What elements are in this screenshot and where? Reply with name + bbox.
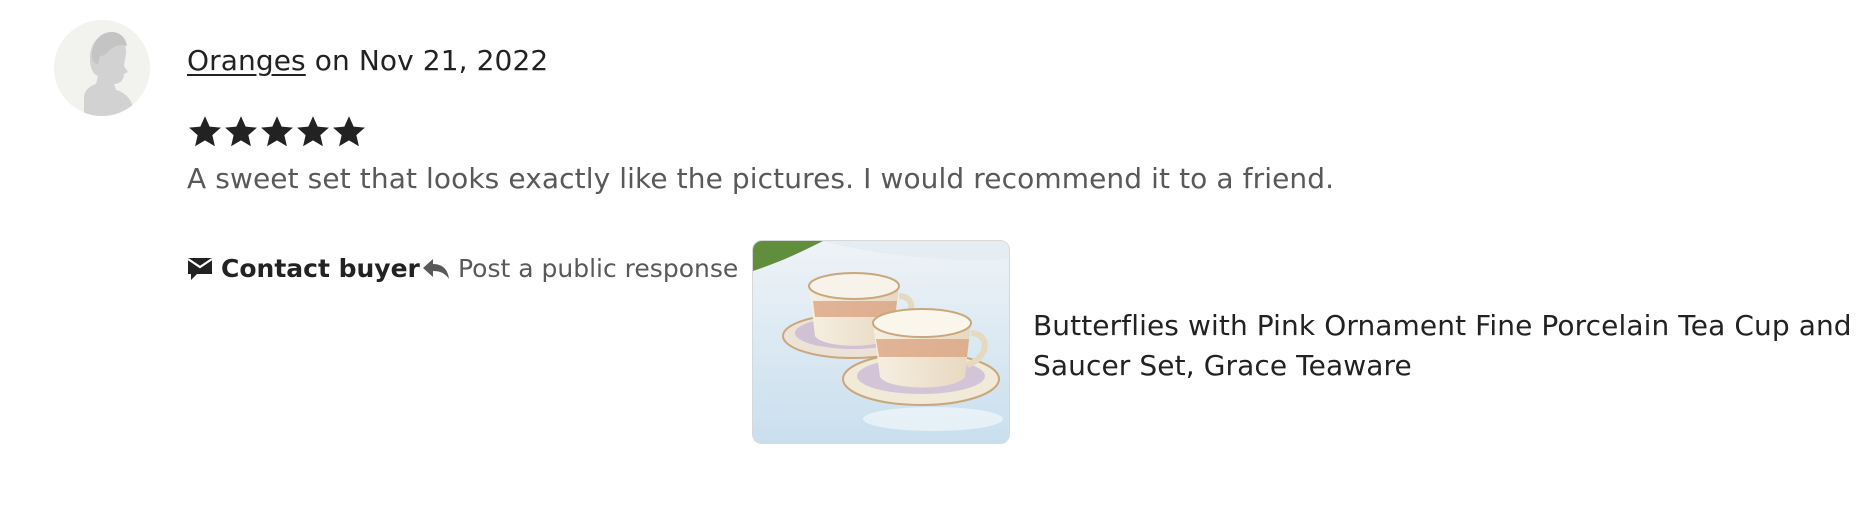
- review-date: on Nov 21, 2022: [314, 44, 549, 77]
- default-avatar-icon: [54, 20, 150, 116]
- post-public-response-label: Post a public response: [458, 254, 739, 283]
- review-header: Oranges on Nov 21, 2022: [187, 44, 548, 77]
- contact-buyer-label: Contact buyer: [221, 254, 420, 283]
- product-title-link[interactable]: Butterflies with Pink Ornament Fine Porc…: [1033, 306, 1853, 386]
- star-rating: [187, 113, 367, 153]
- star-icon: [333, 116, 365, 147]
- star-icon: [225, 116, 257, 147]
- star-icon: [297, 116, 329, 147]
- reviewer-avatar[interactable]: [54, 20, 150, 116]
- contact-buyer-button[interactable]: Contact buyer: [187, 254, 420, 283]
- envelope-chat-icon: [187, 257, 213, 280]
- product-thumbnail[interactable]: [752, 240, 1010, 444]
- review-text: A sweet set that looks exactly like the …: [187, 162, 1335, 195]
- reply-arrow-icon: [423, 258, 449, 279]
- post-public-response-button[interactable]: Post a public response: [422, 254, 738, 283]
- reviewer-name-link[interactable]: Oranges: [187, 44, 306, 77]
- star-icon: [189, 116, 221, 147]
- star-icon: [261, 116, 293, 147]
